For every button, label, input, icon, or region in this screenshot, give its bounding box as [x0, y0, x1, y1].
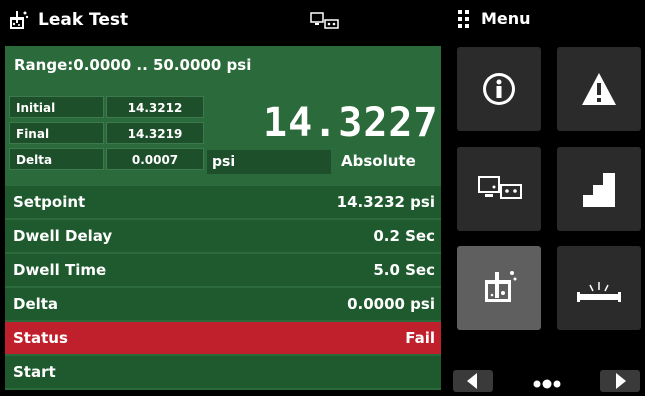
item-value: 5.0 Sec	[373, 261, 435, 279]
reading-row-delta: Delta 0.0007	[9, 148, 204, 172]
range-label: Range:0.0000 .. 50.0000 psi	[14, 56, 252, 74]
menu-header[interactable]: Menu	[458, 9, 531, 28]
menu-label: Menu	[481, 9, 531, 28]
page-indicator	[528, 374, 572, 389]
top-bar: Leak Test Menu	[0, 0, 645, 40]
page-title: Leak Test	[8, 9, 128, 31]
warning-icon	[582, 73, 616, 105]
alarm-tile[interactable]	[557, 47, 641, 131]
burst-test-tile[interactable]	[557, 246, 641, 330]
reading-row-final: Final 14.3219	[9, 122, 204, 146]
leak-test-icon	[485, 271, 517, 302]
list-item-status: Status Fail	[5, 322, 441, 354]
next-page-button[interactable]	[600, 370, 640, 392]
item-label: Dwell Time	[13, 261, 107, 279]
remote-tile[interactable]	[457, 147, 541, 231]
reading-label: Initial	[9, 96, 104, 118]
reading-row-initial: Initial 14.3212	[9, 96, 204, 120]
list-item-dwell-time[interactable]: Dwell Time 5.0 Sec	[5, 254, 441, 286]
chevron-right-icon	[616, 373, 626, 389]
remote-connection-icon[interactable]	[310, 12, 340, 30]
item-label: Status	[13, 329, 68, 347]
pressure-reading: 14.3227	[263, 100, 439, 146]
previous-page-button[interactable]	[453, 370, 493, 392]
item-label: Setpoint	[13, 193, 86, 211]
step-icon	[583, 173, 615, 207]
info-tile[interactable]	[457, 47, 541, 131]
menu-grid-icon	[458, 9, 469, 28]
reading-value: 14.3219	[106, 122, 204, 144]
page-dots-icon	[533, 379, 561, 389]
list-item-setpoint[interactable]: Setpoint 14.3232 psi	[5, 186, 441, 218]
item-label: Start	[13, 363, 56, 381]
reading-value: 14.3212	[106, 96, 204, 118]
leak-test-panel: Range:0.0000 .. 50.0000 psi Initial 14.3…	[5, 46, 441, 390]
item-label: Dwell Delay	[13, 227, 113, 245]
reading-label: Final	[9, 122, 104, 144]
leak-test-icon	[10, 11, 29, 29]
remote-connection-icon	[478, 176, 522, 199]
list-item-dwell-delay[interactable]: Dwell Delay 0.2 Sec	[5, 220, 441, 252]
unit-selector[interactable]: psi	[207, 150, 331, 174]
item-label: Delta	[13, 295, 59, 313]
item-value: 14.3232 psi	[336, 193, 435, 211]
pressure-mode[interactable]: Absolute	[335, 150, 439, 174]
burst-test-icon	[577, 282, 621, 302]
title-text: Leak Test	[38, 10, 129, 30]
reading-value: 0.0007	[106, 148, 204, 170]
start-button[interactable]: Start	[5, 356, 441, 388]
list-item-delta[interactable]: Delta 0.0000 psi	[5, 288, 441, 320]
item-value: 0.0000 psi	[347, 295, 435, 313]
item-value: 0.2 Sec	[373, 227, 435, 245]
reading-label: Delta	[9, 148, 104, 170]
step-tile[interactable]	[557, 147, 641, 231]
info-icon	[483, 73, 515, 105]
status-badge: Fail	[405, 329, 435, 347]
leak-test-tile[interactable]	[457, 246, 541, 330]
chevron-left-icon	[467, 373, 477, 389]
